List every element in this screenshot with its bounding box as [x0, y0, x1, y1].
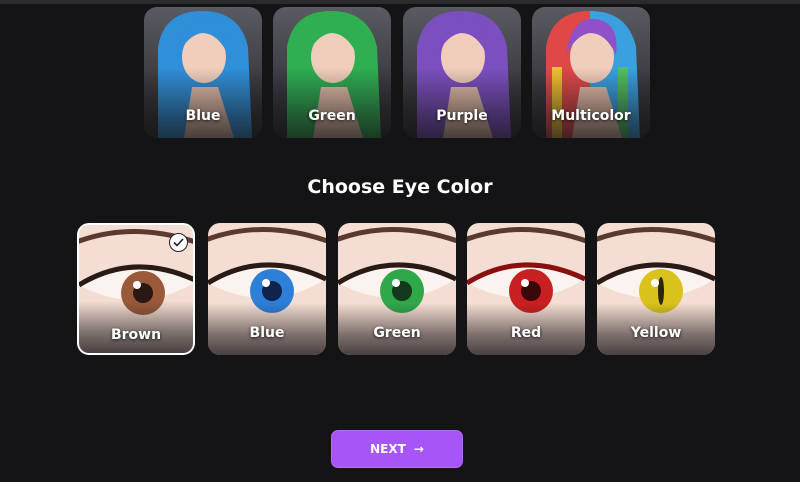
next-button-label: NEXT — [370, 442, 406, 456]
eye-option-label: Brown — [110, 327, 162, 343]
hair-option-label: Multicolor — [551, 108, 631, 124]
eye-option-red[interactable]: Red — [467, 223, 585, 355]
hair-option-purple[interactable]: Purple — [403, 7, 521, 138]
selected-check-icon — [169, 233, 188, 252]
hair-option-label: Blue — [185, 108, 221, 124]
eye-option-label: Green — [373, 325, 421, 341]
card-shade — [144, 68, 262, 138]
eye-option-blue[interactable]: Blue — [208, 223, 326, 355]
hair-option-multicolor[interactable]: Multicolor — [532, 7, 650, 138]
arrow-right-icon: → — [413, 442, 424, 456]
card-shade — [273, 68, 391, 138]
eye-option-yellow[interactable]: Yellow — [597, 223, 715, 355]
hair-option-label: Green — [308, 108, 356, 124]
hair-option-label: Purple — [436, 108, 488, 124]
top-divider — [0, 0, 800, 4]
eye-option-green[interactable]: Green — [338, 223, 456, 355]
hair-option-green[interactable]: Green — [273, 7, 391, 138]
eye-option-brown[interactable]: Brown — [77, 223, 195, 355]
card-shade — [532, 68, 650, 138]
hair-option-blue[interactable]: Blue — [144, 7, 262, 138]
eye-option-label: Red — [510, 325, 542, 341]
card-shade — [403, 68, 521, 138]
eye-option-label: Blue — [249, 325, 285, 341]
eye-option-label: Yellow — [630, 325, 682, 341]
eye-color-heading: Choose Eye Color — [307, 176, 493, 198]
next-button[interactable]: NEXT → — [331, 430, 463, 468]
